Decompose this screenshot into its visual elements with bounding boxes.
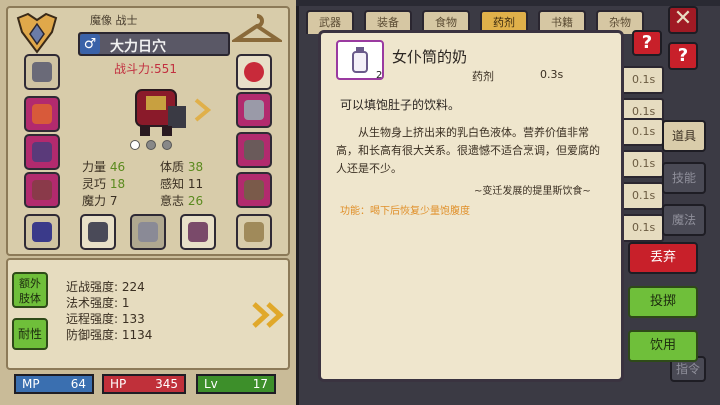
slot-hand[interactable] [236, 92, 272, 128]
slot-cloak[interactable] [24, 134, 60, 170]
class-label: 魔像 战士 [90, 14, 138, 27]
combat-stats-panel [6, 258, 290, 370]
slot-body[interactable] [24, 172, 60, 208]
melee-power: 近战强度: 224 [66, 280, 145, 294]
extra-limbs-button[interactable]: 额外 肢体 [12, 272, 48, 308]
spell-power: 法术强度: 1 [66, 296, 130, 310]
slot-neck[interactable] [24, 96, 60, 132]
stat-dexterity: 灵巧 18 [82, 177, 126, 191]
item-count: 2 [376, 70, 383, 81]
item-category: 药剂 [472, 70, 494, 83]
bottle-icon [350, 46, 370, 74]
avatar [124, 76, 194, 138]
stat-will: 意志 26 [160, 194, 204, 208]
chevron-right-icon[interactable] [192, 98, 212, 122]
combat-power: 战斗力:551 [114, 62, 177, 76]
resistance-button[interactable]: 耐性 [12, 318, 48, 350]
side-tab-items[interactable]: 道具 [662, 120, 706, 152]
item-effect: 功能：喝下后恢复少量饱腹度 [340, 206, 470, 217]
item-name: 女仆筒的奶 [392, 48, 468, 66]
defense-power: 防御强度: 1134 [66, 328, 153, 342]
item-quote: ~变迁发展的提里斯饮食~ [474, 186, 591, 197]
stat-strength: 力量 46 [82, 160, 126, 174]
slot-head[interactable] [24, 54, 60, 90]
slot-accessory[interactable] [236, 214, 272, 250]
stat-magic: 魔力 7 [82, 194, 118, 208]
discard-button[interactable]: 丢弃 [628, 242, 698, 274]
item-short-desc: 可以填饱肚子的饮料。 [340, 98, 461, 112]
hanger-icon[interactable] [229, 12, 285, 46]
slot-feet[interactable] [236, 172, 272, 208]
character-name: 大力日穴 [110, 39, 166, 55]
slot-weapon[interactable] [80, 214, 116, 250]
drink-button[interactable]: 饮用 [628, 330, 698, 362]
item-time: 0.3s [540, 68, 564, 81]
side-tab-magic[interactable]: 魔法 [662, 204, 706, 236]
male-icon: ♂ [80, 34, 100, 54]
stat-constitution: 体质 38 [160, 160, 204, 174]
slot-arm[interactable] [24, 214, 60, 250]
stat-perception: 感知 11 [160, 177, 204, 191]
page-dot[interactable] [130, 140, 140, 150]
help-icon[interactable]: ? [632, 30, 662, 56]
mp-bar: MP 64 [14, 374, 94, 394]
help-icon[interactable]: ? [668, 42, 698, 70]
item-long-desc: 从生物身上挤出来的乳白色液体。营养价值非常高，和长高有很大关系。很遗憾不适合烹调… [336, 126, 600, 175]
throw-button[interactable]: 投掷 [628, 286, 698, 318]
page-dot[interactable] [162, 140, 172, 150]
slot-ring[interactable] [236, 54, 272, 90]
gold-chevrons-icon[interactable] [250, 300, 286, 330]
hp-bar: HP 345 [102, 374, 186, 394]
slot-ranged[interactable] [180, 214, 216, 250]
emblem-icon [14, 10, 60, 56]
slot-offhand[interactable] [130, 214, 166, 250]
slot-waist[interactable] [236, 132, 272, 168]
page-dot[interactable] [146, 140, 156, 150]
side-tab-skills[interactable]: 技能 [662, 162, 706, 194]
level-bar: Lv 17 [196, 374, 276, 394]
ranged-power: 远程强度: 133 [66, 312, 145, 326]
close-icon[interactable]: ✕ [668, 6, 698, 34]
